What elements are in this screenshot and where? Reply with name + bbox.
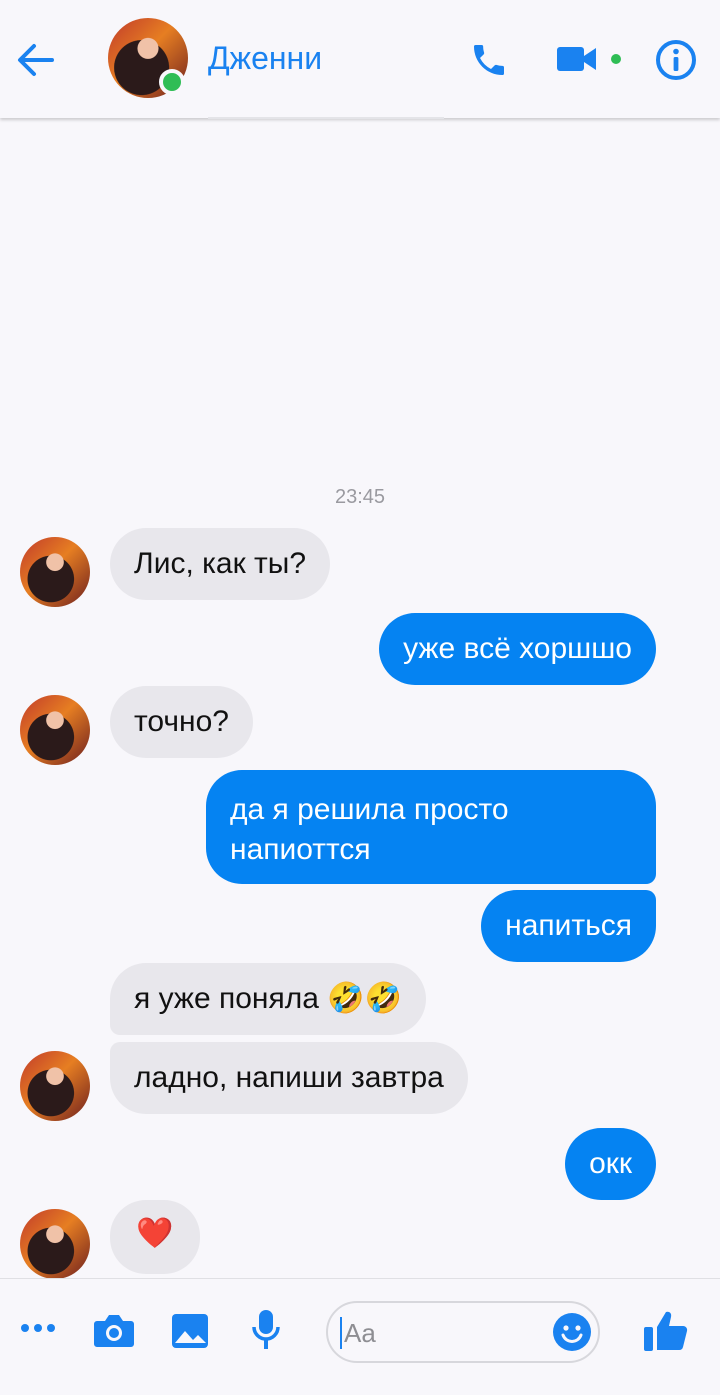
more-options-icon[interactable] — [20, 1323, 56, 1333]
message-outgoing[interactable]: напиться — [481, 890, 656, 962]
gallery-icon[interactable] — [171, 1313, 209, 1349]
online-status-dot — [159, 69, 185, 95]
message-incoming[interactable]: Лис, как ты? — [110, 528, 331, 600]
video-call-icon[interactable] — [556, 44, 598, 74]
contact-name[interactable]: Дженни — [208, 40, 322, 77]
message-incoming[interactable]: точно? — [110, 686, 253, 758]
sender-avatar[interactable] — [20, 1051, 90, 1121]
message-line: напиоттся — [230, 833, 371, 866]
text-caret — [340, 1317, 342, 1349]
sender-avatar[interactable] — [20, 695, 90, 765]
camera-icon[interactable] — [93, 1313, 135, 1349]
like-thumb-icon[interactable] — [643, 1309, 689, 1353]
message-timestamp: 23:45 — [334, 486, 386, 508]
emoji-icon[interactable] — [552, 1312, 592, 1352]
microphone-icon[interactable] — [252, 1309, 280, 1351]
title-divider — [208, 117, 444, 119]
contact-avatar[interactable] — [108, 18, 188, 98]
sender-avatar[interactable] — [20, 537, 90, 607]
info-icon[interactable] — [655, 39, 697, 81]
sender-avatar[interactable] — [20, 1209, 90, 1279]
message-outgoing[interactable]: уже всё хоршшо — [379, 613, 656, 685]
message-composer: Aa — [0, 1278, 720, 1395]
message-outgoing[interactable]: окк — [565, 1128, 656, 1200]
message-incoming[interactable]: я уже поняла 🤣🤣 — [110, 963, 426, 1035]
message-input[interactable]: Aa — [326, 1301, 600, 1363]
phone-call-icon[interactable] — [469, 40, 509, 80]
back-arrow-icon[interactable] — [16, 42, 54, 78]
message-incoming[interactable]: ладно, напиши завтра — [110, 1042, 468, 1114]
input-placeholder: Aa — [344, 1318, 376, 1348]
message-incoming[interactable]: ❤️ — [110, 1200, 200, 1274]
message-line: да я решила просто — [230, 793, 509, 826]
message-outgoing[interactable]: да я решила просто напиоттся — [206, 770, 656, 884]
chat-header: Дженни — [0, 0, 720, 119]
video-online-dot — [611, 54, 621, 64]
